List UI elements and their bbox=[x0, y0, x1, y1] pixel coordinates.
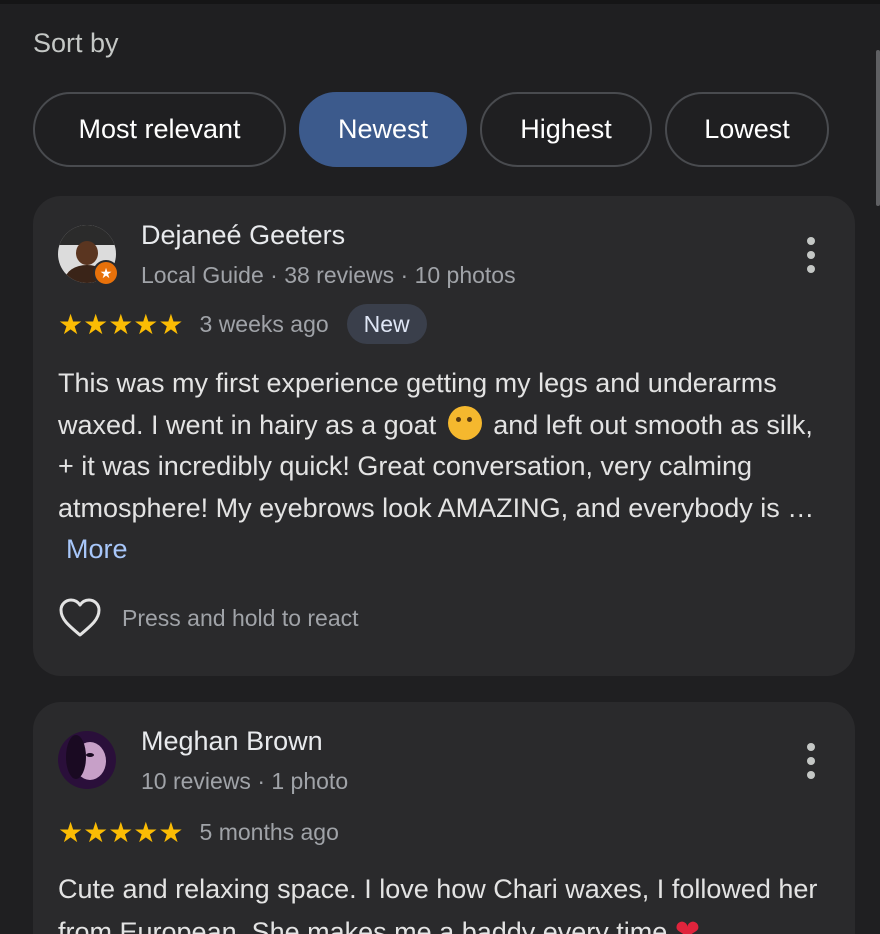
top-edge bbox=[0, 0, 880, 4]
sort-options: Most relevant Newest Highest Lowest bbox=[33, 92, 829, 167]
avatar-photo bbox=[58, 731, 116, 789]
review-text[interactable]: Cute and relaxing space. I love how Char… bbox=[58, 869, 833, 934]
more-options-icon[interactable] bbox=[805, 237, 817, 273]
review-text-part: Cute and relaxing space. I love how Char… bbox=[58, 874, 818, 934]
rating-row: ★★★★★ 3 weeks ago New bbox=[58, 304, 427, 344]
review-text[interactable]: This was my first experience getting my … bbox=[58, 363, 833, 571]
rating-row: ★★★★★ 5 months ago bbox=[58, 816, 339, 849]
react-row[interactable]: Press and hold to react bbox=[58, 598, 359, 638]
sort-chip-most-relevant[interactable]: Most relevant bbox=[33, 92, 286, 167]
heart-outline-icon[interactable] bbox=[58, 598, 102, 638]
review-card: ★ Dejaneé Geeters Local Guide · 38 revie… bbox=[33, 196, 855, 676]
review-card: Meghan Brown 10 reviews · 1 photo ★★★★★ … bbox=[33, 702, 855, 934]
sort-chip-lowest[interactable]: Lowest bbox=[665, 92, 829, 167]
red-heart-icon: ❤ bbox=[674, 914, 700, 934]
sort-chip-newest[interactable]: Newest bbox=[299, 92, 467, 167]
local-guide-star-icon: ★ bbox=[93, 260, 119, 286]
react-hint: Press and hold to react bbox=[122, 604, 359, 631]
sort-by-label: Sort by bbox=[33, 28, 119, 58]
more-options-icon[interactable] bbox=[805, 743, 817, 779]
scrollbar-thumb[interactable] bbox=[876, 50, 880, 206]
face-with-hand-over-mouth-icon bbox=[447, 405, 482, 440]
star-rating: ★★★★★ bbox=[58, 308, 184, 340]
new-badge: New bbox=[346, 304, 427, 344]
avatar[interactable] bbox=[58, 731, 116, 789]
review-date: 5 months ago bbox=[199, 819, 339, 845]
review-date: 3 weeks ago bbox=[199, 310, 329, 337]
avatar[interactable]: ★ bbox=[58, 225, 119, 286]
reviewer-meta: Local Guide · 38 reviews · 10 photos bbox=[141, 262, 516, 288]
sort-chip-highest[interactable]: Highest bbox=[480, 92, 652, 167]
star-rating: ★★★★★ bbox=[58, 817, 184, 848]
reviewer-name[interactable]: Dejaneé Geeters bbox=[141, 220, 345, 251]
reviewer-meta: 10 reviews · 1 photo bbox=[141, 768, 349, 794]
reviewer-name[interactable]: Meghan Brown bbox=[141, 726, 323, 757]
more-link[interactable]: More bbox=[66, 534, 128, 564]
